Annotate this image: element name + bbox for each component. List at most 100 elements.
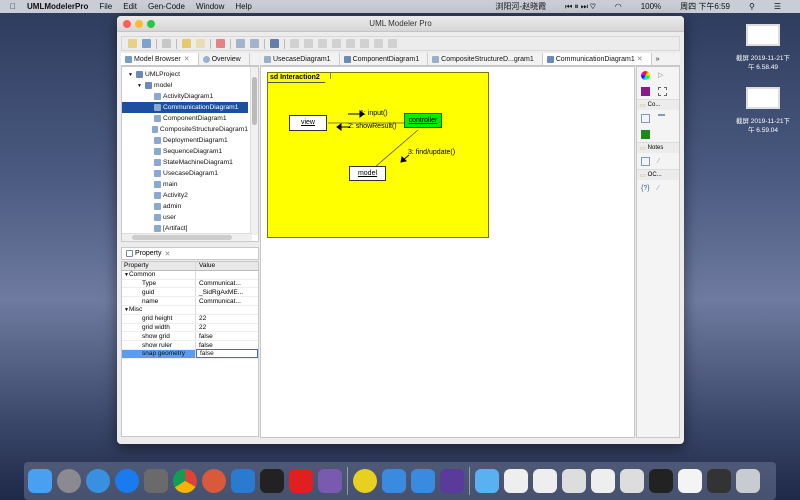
menu-gen-code[interactable]: Gen-Code [148,2,185,11]
window-thumbnail[interactable] [504,469,528,493]
align-bottom-icon[interactable] [360,39,369,48]
window-thumbnail[interactable] [591,469,615,493]
property-value[interactable]: 22 [196,324,258,331]
property-value[interactable]: Communicat... [196,280,258,287]
system-preferences-icon[interactable] [144,469,168,493]
expand-toggle-icon[interactable]: ▼ [128,72,136,78]
app-store-icon[interactable] [115,469,139,493]
tree-item[interactable]: Activity2 [122,190,248,201]
delete-icon[interactable] [216,39,225,48]
tree-item[interactable]: ▼ UMLProject [122,69,248,80]
battery-status[interactable]: 100% [641,2,661,11]
collapse-palette-icon[interactable]: ▷ [658,71,663,79]
window-thumbnail[interactable] [533,469,557,493]
tree-item[interactable]: UsecaseDiagram1 [122,168,248,179]
palette-settings-icon[interactable] [641,70,650,80]
property-group-row[interactable]: ▼ Common [122,270,258,280]
zoom-out-icon[interactable] [250,39,259,48]
interaction-frame[interactable]: sd Interaction2 view controller model 1:… [267,72,489,238]
tab-composite-structure-diagram[interactable]: CompositeStructureD...gram1 [428,53,543,65]
constraint-link-tool-icon[interactable]: ⁄ [658,185,659,192]
launchpad-icon[interactable] [57,469,81,493]
diagram-canvas[interactable]: sd Interaction2 view controller model 1:… [260,66,635,438]
palette-group-communication[interactable]: ▭ Co... [637,99,679,110]
scrollbar-thumb[interactable] [252,77,257,125]
netease-music-icon[interactable] [289,469,313,493]
property-value[interactable]: 22 [196,315,258,322]
tab-overview[interactable]: Overview [199,53,250,65]
property-row[interactable]: show grid false [122,332,258,342]
property-row[interactable]: snap geometry false [122,349,258,359]
tab-communication-diagram[interactable]: CommunicationDiagram1 ✕ [542,53,652,65]
desktop-screenshot-2[interactable]: 截屏 2019-11-21下 午 6.59.04 [728,87,798,135]
marquee-tool-icon[interactable] [658,86,667,96]
property-value[interactable]: false [196,333,258,340]
property-value[interactable]: Communicat... [196,298,258,305]
app-menu[interactable]: UMLModelerPro [27,2,88,11]
scrollbar-thumb[interactable] [132,235,232,240]
window-thumbnail[interactable] [707,469,731,493]
3d-box-icon[interactable] [440,469,464,493]
select-tool-icon[interactable] [641,86,650,96]
tab-property[interactable]: Property ✕ [121,247,259,260]
vertical-scrollbar[interactable] [250,67,258,235]
object-model[interactable]: model [349,166,386,181]
lifeline-tool-icon[interactable] [641,113,650,123]
menu-window[interactable]: Window [196,2,224,11]
align-center-icon[interactable] [304,39,313,48]
spotlight-icon[interactable]: ⚲ [749,2,755,11]
property-row[interactable]: name Communicat... [122,297,258,306]
vscode-icon[interactable] [231,469,255,493]
media-controls-icon[interactable]: ⏮ ⏸ ⏭ ♡ [565,2,596,12]
tab-model-browser[interactable]: Model Browser ✕ [121,53,199,65]
tree-item[interactable]: ▼ model [122,80,248,91]
window-thumbnail[interactable] [562,469,586,493]
menu-file[interactable]: File [99,2,112,11]
palette-group-ocl[interactable]: ▭ OC... [637,169,679,180]
save-icon[interactable] [162,39,171,48]
connector-tool-icon[interactable] [658,113,665,123]
clock[interactable]: 周四 下午6:59 [680,1,730,12]
property-value[interactable]: _SidRgAxME... [196,289,258,296]
menu-help[interactable]: Help [235,2,251,11]
window-thumbnail[interactable] [678,469,702,493]
property-value[interactable]: false [196,342,258,349]
horizontal-scrollbar[interactable] [122,233,252,241]
close-icon[interactable]: ✕ [164,250,170,258]
folder-icon[interactable] [475,469,499,493]
zoom-in-icon[interactable] [236,39,245,48]
align-left-icon[interactable] [290,39,299,48]
finder-icon[interactable] [28,469,52,493]
tree-item[interactable]: admin [122,201,248,212]
new-icon[interactable] [128,39,137,48]
lock-icon[interactable] [270,39,279,48]
object-view[interactable]: view [289,115,327,131]
align-top-icon[interactable] [332,39,341,48]
xcode-icon[interactable] [382,469,406,493]
tab-usecase-diagram[interactable]: UsecaseDiagram1 [260,53,340,65]
align-right-icon[interactable] [318,39,327,48]
terminal-icon[interactable] [260,469,284,493]
now-playing[interactable]: 浏阳河-赵晓霞 [495,1,546,12]
align-middle-icon[interactable] [346,39,355,48]
simulator-icon[interactable] [411,469,435,493]
message-tool-icon[interactable] [641,129,650,139]
redo-icon[interactable] [196,39,205,48]
tree-item[interactable]: user [122,212,248,223]
open-icon[interactable] [142,39,151,48]
property-row[interactable]: guid _SidRgAxME... [122,288,258,298]
bbedit-icon[interactable] [318,469,342,493]
tree-item[interactable]: CompositeStructureDiagram1 [122,124,248,135]
note-tool-icon[interactable] [641,156,650,166]
safari-icon[interactable] [86,469,110,493]
property-row[interactable]: grid width 22 [122,323,258,333]
close-icon[interactable]: ✕ [637,55,643,63]
tree-item[interactable]: StateMachineDiagram1 [122,157,248,168]
message-label[interactable]: 3: find/update() [408,149,455,156]
tree-item[interactable]: SequenceDiagram1 [122,146,248,157]
note-link-tool-icon[interactable]: ⁄ [658,158,659,165]
object-controller[interactable]: controller [404,113,442,128]
tab-component-diagram[interactable]: ComponentDiagram1 [340,53,429,65]
message-label[interactable]: 1: input() [360,110,388,117]
property-value[interactable]: false [196,349,258,359]
